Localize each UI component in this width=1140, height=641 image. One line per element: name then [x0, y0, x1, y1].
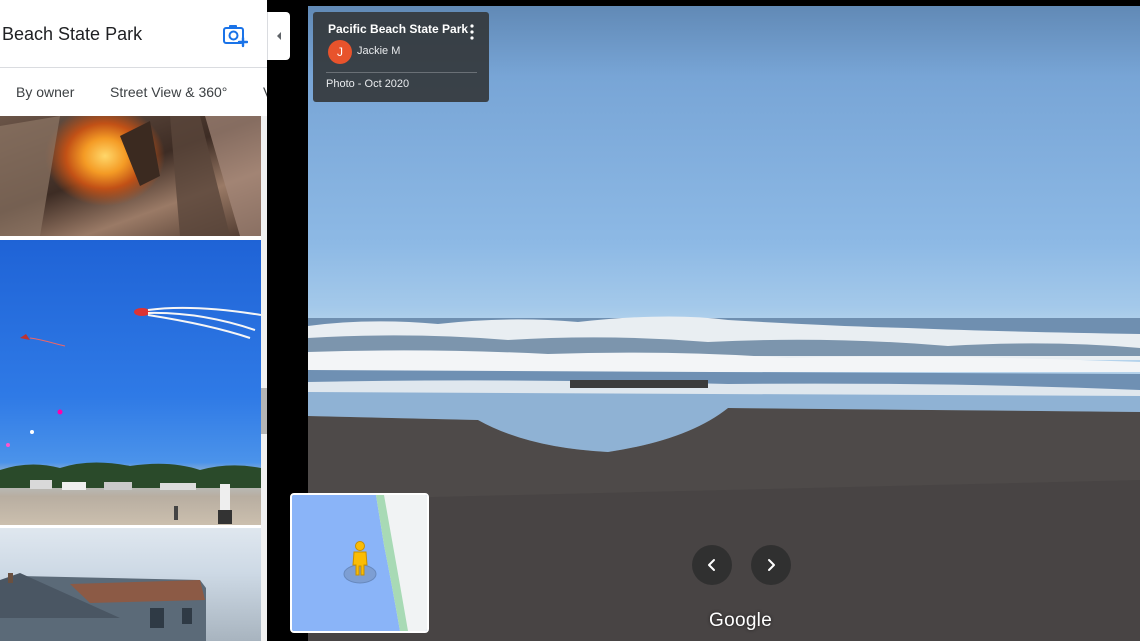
pegman-icon[interactable] — [340, 537, 380, 587]
campfire-photo[interactable] — [0, 116, 261, 236]
place-title: ific Beach State Park — [0, 24, 143, 44]
camera-plus-icon[interactable] — [222, 22, 248, 48]
info-divider — [326, 72, 477, 73]
kites-image — [0, 306, 261, 524]
place-panel: ific Beach State Park By owner Street Vi… — [0, 0, 267, 641]
scrollbar-thumb[interactable] — [261, 388, 267, 434]
chevron-right-icon — [768, 559, 775, 571]
tab-by-owner[interactable]: By owner — [16, 84, 74, 100]
photo-date: Photo - Oct 2020 — [326, 78, 410, 90]
avatar[interactable]: J — [328, 40, 352, 64]
campfire-image — [0, 116, 261, 236]
photo-info-card: Pacific Beach State Park J Jackie M Phot… — [313, 12, 489, 102]
caret-left-icon — [277, 32, 281, 40]
google-logo: Google — [709, 610, 773, 631]
panel-header: ific Beach State Park — [0, 0, 267, 68]
beach-house-photo[interactable] — [0, 528, 261, 641]
author-name[interactable]: Jackie M — [357, 45, 400, 57]
collapse-panel-button[interactable] — [267, 12, 290, 60]
tab-street-view[interactable]: Street View & 360° — [110, 84, 227, 100]
house-image — [0, 573, 206, 641]
photo-tabs: By owner Street View & 360° V — [0, 68, 267, 116]
chevron-left-icon — [708, 559, 715, 571]
photo-list-scrollbar[interactable] — [261, 116, 267, 641]
photo-place-name[interactable]: Pacific Beach State Park — [328, 22, 468, 36]
previous-photo-button[interactable] — [692, 545, 732, 585]
minimap[interactable] — [290, 493, 429, 633]
next-photo-button[interactable] — [751, 545, 791, 585]
more-vert-icon[interactable] — [468, 23, 476, 41]
kites-on-beach-photo[interactable] — [0, 240, 261, 525]
tab-videos[interactable]: V — [263, 84, 267, 100]
